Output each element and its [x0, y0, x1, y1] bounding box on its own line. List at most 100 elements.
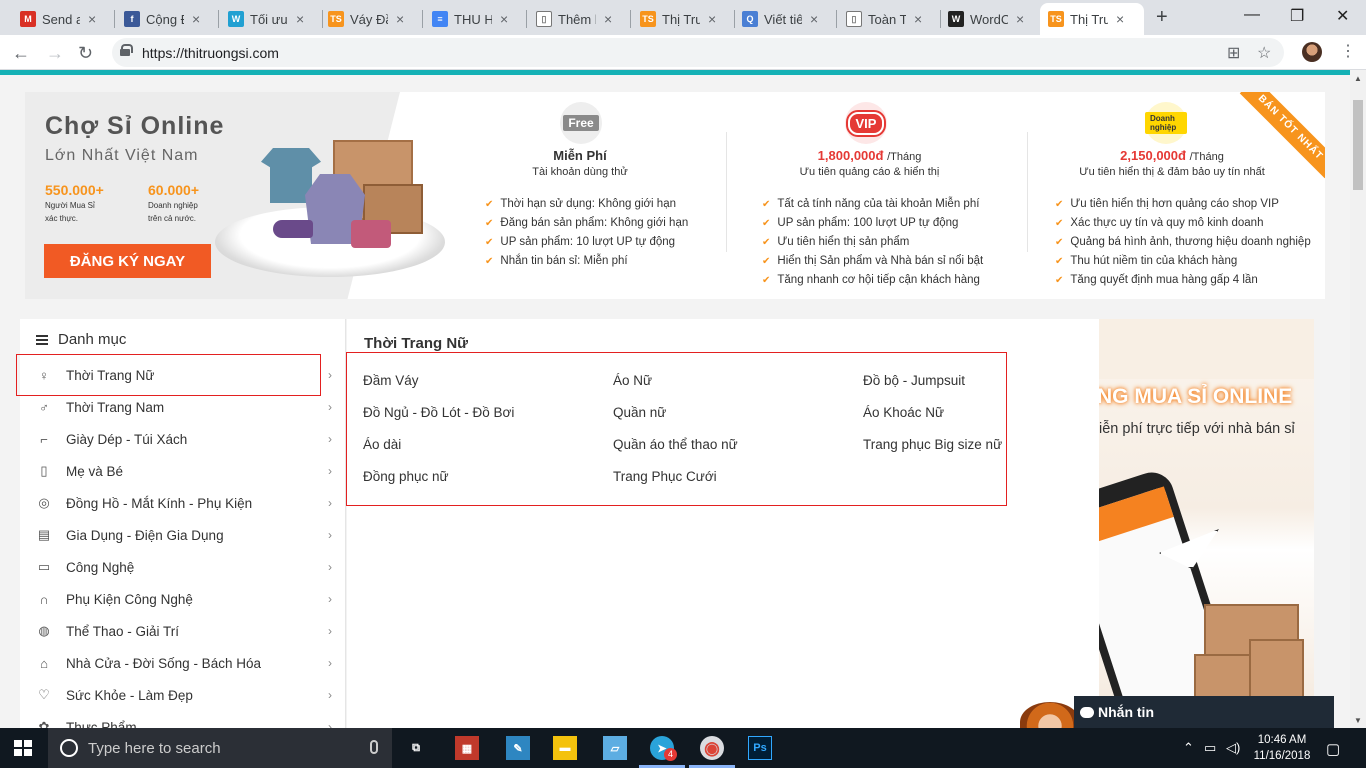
tab-title: Tối ưu: [250, 11, 288, 27]
browser-tab[interactable]: Q Viết tiê ×: [734, 3, 834, 35]
notepad-app-icon[interactable]: ▱: [603, 736, 627, 760]
browser-tab[interactable]: f Cộng Đ ×: [116, 3, 216, 35]
sidebar-category-label: Sức Khỏe - Làm Đẹp: [66, 687, 193, 703]
sidebar-category-item[interactable]: ♡ Sức Khỏe - Làm Đẹp ›: [20, 679, 346, 711]
business-badge-label: Doanh nghiệp: [1145, 112, 1187, 134]
page-scrollbar[interactable]: ▲ ▼: [1350, 70, 1366, 728]
tab-close-icon[interactable]: ×: [88, 11, 96, 27]
browser-tab[interactable]: TS Thị Trư ×: [1040, 3, 1144, 35]
microphone-icon[interactable]: [370, 740, 378, 754]
free-badge: Free: [560, 102, 602, 144]
chevron-right-icon: ›: [328, 720, 332, 728]
ball-icon: ◍: [38, 623, 50, 638]
sidebar-category-item[interactable]: ⌐ Giày Dép - Túi Xách ›: [20, 423, 346, 455]
sidebar-category-item[interactable]: ▯ Mẹ và Bé ›: [20, 455, 346, 487]
chevron-right-icon: ›: [328, 560, 332, 574]
tab-close-icon[interactable]: ×: [192, 11, 200, 27]
maximize-button[interactable]: ❐: [1290, 6, 1304, 26]
sidebar-category-item[interactable]: ◍ Thể Thao - Giải Trí ›: [20, 615, 346, 647]
new-tab-button[interactable]: +: [1156, 6, 1168, 29]
store-app-icon[interactable]: ▦: [455, 736, 479, 760]
forward-button[interactable]: →: [46, 43, 64, 64]
file-explorer-icon[interactable]: ▬: [553, 736, 577, 760]
reload-button[interactable]: ↻: [78, 43, 93, 64]
browser-tab[interactable]: ≡ THU H ×: [424, 3, 524, 35]
back-button[interactable]: ←: [12, 43, 30, 64]
tab-close-icon[interactable]: ×: [810, 11, 818, 27]
highlight-box: [16, 354, 321, 396]
task-view-icon[interactable]: ⧉: [404, 736, 428, 760]
sidebar-category-item[interactable]: ▤ Gia Dụng - Điện Gia Dụng ›: [20, 519, 346, 551]
chevron-right-icon: ›: [328, 528, 332, 542]
browser-tab[interactable]: W Tối ưu ×: [220, 3, 320, 35]
chrome-icon[interactable]: ◉: [700, 736, 724, 760]
plan-feature: ✔ Đăng bán sản phẩm: Không giới hạn: [485, 214, 688, 233]
tab-close-icon[interactable]: ×: [500, 11, 508, 27]
notification-icon[interactable]: ▢: [1326, 740, 1340, 758]
sidebar-category-item[interactable]: ∩ Phụ Kiện Công Nghệ ›: [20, 583, 346, 615]
category-heading[interactable]: Danh mục: [36, 331, 126, 348]
sidebar-category-item[interactable]: ◎ Đồng Hồ - Mắt Kính - Phụ Kiện ›: [20, 487, 346, 519]
scrollbar-thumb[interactable]: [1353, 100, 1363, 190]
tab-close-icon[interactable]: ×: [604, 11, 612, 27]
promo-banner[interactable]: NG MUA SỈ ONLINE iễn phí trực tiếp với n…: [1099, 319, 1314, 728]
address-bar[interactable]: https://thitruongsi.com ⊞ ☆: [112, 38, 1284, 67]
tab-title: Viết tiê: [764, 11, 802, 27]
scroll-down-arrow[interactable]: ▼: [1354, 716, 1362, 725]
translate-icon[interactable]: ⊞: [1227, 43, 1240, 63]
highlight-box: [346, 352, 1007, 506]
tab-title: Thị Trư: [662, 11, 700, 27]
tab-title: Thị Trư: [1070, 11, 1108, 27]
lock-icon: [120, 44, 133, 56]
sidebar-category-label: Giày Dép - Túi Xách: [66, 431, 188, 447]
network-icon[interactable]: ▭: [1204, 740, 1216, 756]
scroll-up-arrow[interactable]: ▲: [1354, 74, 1362, 83]
chat-label: Nhắn tin: [1098, 704, 1154, 720]
sidebar-category-item[interactable]: ▭ Công Nghệ ›: [20, 551, 346, 583]
plan-feature: ✔ Ưu tiên hiển thị hơn quảng cáo shop VIP: [1055, 195, 1311, 214]
browser-tab[interactable]: M Send a ×: [12, 3, 112, 35]
windows-start-icon[interactable]: [14, 740, 32, 756]
gmail-icon: M: [20, 11, 36, 27]
taskbar-clock[interactable]: 10:46 AM 11/16/2018: [1248, 732, 1316, 764]
sidebar-category-label: Đồng Hồ - Mắt Kính - Phụ Kiện: [66, 495, 253, 511]
tab-close-icon[interactable]: ×: [1116, 11, 1124, 27]
url-text[interactable]: https://thitruongsi.com: [142, 45, 279, 61]
browser-tab[interactable]: W WordC ×: [940, 3, 1040, 35]
browser-tab[interactable]: TS Thị Trư ×: [632, 3, 732, 35]
tab-close-icon[interactable]: ×: [396, 11, 404, 27]
chat-button[interactable]: Nhắn tin: [1074, 696, 1334, 728]
sidebar-category-item[interactable]: ⌂ Nhà Cửa - Đời Sống - Bách Hóa ›: [20, 647, 346, 679]
paint-app-icon[interactable]: ✎: [506, 736, 530, 760]
tab-close-icon[interactable]: ×: [914, 11, 922, 27]
register-now-button[interactable]: ĐĂNG KÝ NGAY: [44, 244, 211, 278]
tab-close-icon[interactable]: ×: [296, 11, 304, 27]
close-window-button[interactable]: ✕: [1336, 6, 1349, 26]
business-badge: Doanh nghiệp: [1145, 102, 1187, 144]
photoshop-icon[interactable]: Ps: [748, 736, 772, 760]
sidebar-category-label: Mẹ và Bé: [66, 463, 124, 479]
plan-feature-text: Ưu tiên hiển thị sản phẩm: [777, 236, 910, 248]
tab-close-icon[interactable]: ×: [708, 11, 716, 27]
baby-bottle-icon: ▯: [40, 463, 48, 478]
cortana-icon: [60, 739, 78, 757]
tray-overflow-icon[interactable]: ⌃: [1183, 740, 1194, 756]
volume-icon[interactable]: ◁): [1226, 740, 1240, 756]
banner-subtitle: Lớn Nhất Việt Nam: [45, 147, 199, 164]
browser-tab[interactable]: ▯ Toàn T ×: [838, 3, 938, 35]
chevron-right-icon: ›: [328, 624, 332, 638]
taskbar-search[interactable]: Type here to search: [48, 728, 392, 768]
carton-box-image: [1249, 639, 1304, 699]
chevron-right-icon: ›: [328, 496, 332, 510]
browser-tab[interactable]: ▯ Thêm b ×: [528, 3, 628, 35]
stat-businesses: 60.000+ Doanh nghiệp trên cả nước.: [148, 182, 199, 224]
tab-close-icon[interactable]: ×: [1016, 11, 1024, 27]
profile-avatar[interactable]: [1302, 42, 1322, 62]
bookmark-star-icon[interactable]: ☆: [1257, 43, 1271, 63]
promo-background: [1099, 319, 1314, 379]
sidebar-category-item[interactable]: ✿ Thực Phẩm ›: [20, 711, 346, 728]
stat-desc: trên cả nước.: [148, 214, 196, 223]
browser-menu-icon[interactable]: ⋮: [1340, 41, 1356, 61]
browser-tab[interactable]: TS Váy Đầ ×: [320, 3, 420, 35]
minimize-button[interactable]: —: [1244, 6, 1260, 24]
